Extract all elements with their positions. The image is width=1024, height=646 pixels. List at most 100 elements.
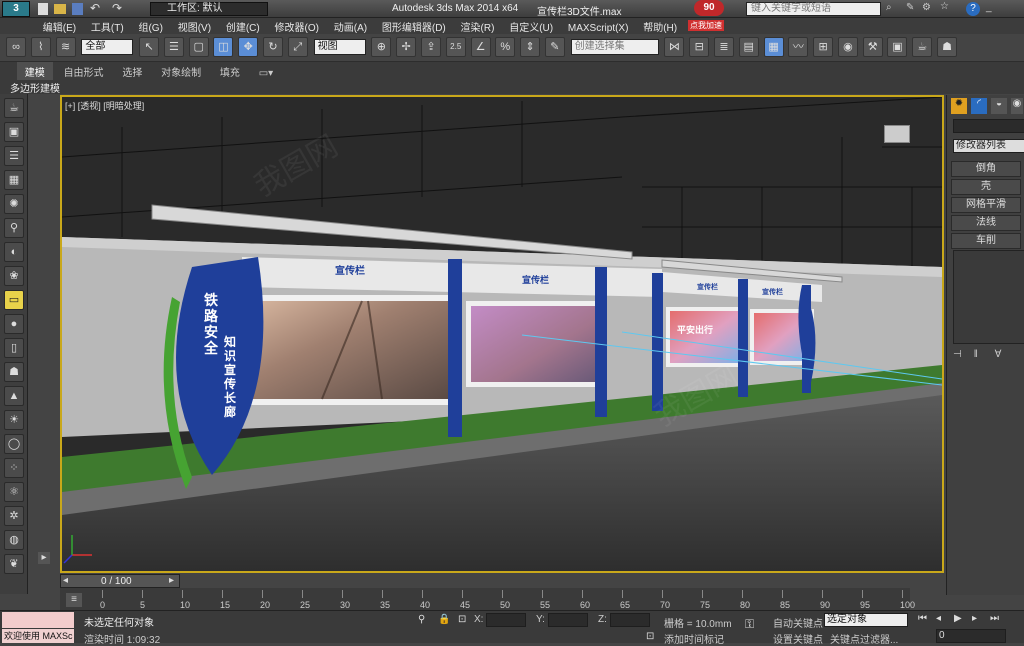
star-icon[interactable]: ☆: [940, 1, 949, 12]
mini-curve-icon[interactable]: ≡: [66, 593, 82, 607]
speed-badge[interactable]: 90: [694, 0, 724, 16]
keyboard-shortcut-icon[interactable]: ⇪: [420, 37, 441, 57]
save-file-icon[interactable]: [72, 3, 83, 15]
globe-icon[interactable]: ◍: [4, 530, 24, 550]
speed-badge-label[interactable]: 点我加速: [688, 20, 724, 31]
track-bar[interactable]: 0 5 10 15 20 25 30 35 40 45 50 55 60 65 70 75 80 85 90 95 10…: [60, 588, 915, 610]
play-icon[interactable]: ▶: [954, 613, 962, 624]
named-selection-dropdown[interactable]: 创建选择集: [570, 39, 659, 55]
menu-animation[interactable]: 动画(A): [328, 18, 373, 35]
time-slider[interactable]: ◂ 0 / 100 ▸: [60, 574, 180, 588]
x-coord-field[interactable]: [486, 613, 526, 627]
meshsmooth-button[interactable]: 网格平滑: [951, 197, 1021, 213]
tab-object-paint[interactable]: 对象绘制: [153, 62, 209, 81]
particles-icon[interactable]: ❀: [4, 266, 24, 286]
teapot-shape-icon[interactable]: ☗: [4, 362, 24, 382]
add-time-tag[interactable]: 添加时间标记: [664, 631, 724, 646]
select-move-icon[interactable]: ✥: [238, 37, 259, 57]
normal-button[interactable]: 法线: [951, 215, 1021, 231]
account-icon[interactable]: ⚙: [922, 2, 931, 13]
menu-help[interactable]: 帮助(H): [637, 18, 683, 35]
plant-icon[interactable]: ❦: [4, 554, 24, 574]
lock-selection-icon[interactable]: 🔒: [438, 614, 450, 625]
render-setup-icon[interactable]: ⚒: [862, 37, 883, 57]
tab-populate[interactable]: 填充: [212, 62, 248, 81]
menu-views[interactable]: 视图(V): [172, 18, 217, 35]
selection-filter-dropdown[interactable]: 全部: [81, 39, 134, 55]
select-scale-icon[interactable]: ⤢: [287, 37, 308, 57]
expand-arrow-icon[interactable]: ▸: [38, 552, 50, 564]
edit-named-selection-icon[interactable]: ✎: [544, 37, 565, 57]
link-icon[interactable]: ∞: [6, 37, 26, 57]
transform-mode-icon[interactable]: ⊡: [458, 614, 466, 625]
helper-icon[interactable]: ◐: [4, 242, 24, 262]
show-end-result-icon[interactable]: ‖: [974, 349, 992, 360]
open-file-icon[interactable]: [54, 4, 66, 14]
snap-toggle-icon[interactable]: 2.5: [445, 37, 466, 57]
menu-modifiers[interactable]: 修改器(O): [269, 18, 325, 35]
welcome-label[interactable]: 欢迎使用 MAXSc: [2, 629, 74, 643]
sphere-icon[interactable]: ●: [4, 314, 24, 334]
menu-group[interactable]: 组(G): [132, 18, 168, 35]
select-object-icon[interactable]: ↖: [139, 37, 160, 57]
cylinder-icon[interactable]: ▯: [4, 338, 24, 358]
tools-icon[interactable]: ✎: [906, 2, 914, 13]
material-editor-icon[interactable]: ◉: [837, 37, 858, 57]
pin-stack-icon[interactable]: ⊣: [953, 349, 971, 360]
curve-editor-icon[interactable]: 〰: [788, 37, 809, 57]
current-frame-field[interactable]: 0: [936, 629, 1006, 643]
selected-dropdown[interactable]: 选定对象: [824, 613, 908, 627]
rect-selection-icon[interactable]: ▢: [188, 37, 209, 57]
help-icon[interactable]: ?: [966, 2, 980, 16]
prev-frame-icon[interactable]: ◂: [63, 575, 68, 586]
app-logo-icon[interactable]: 3: [2, 1, 30, 17]
align-icon[interactable]: ⊟: [689, 37, 710, 57]
percent-snap-icon[interactable]: %: [495, 37, 516, 57]
maxscript-mini-box[interactable]: [2, 612, 74, 628]
rendered-frame-icon[interactable]: ▣: [887, 37, 908, 57]
list-icon[interactable]: ☰: [4, 146, 24, 166]
sun-icon[interactable]: ☀: [4, 410, 24, 430]
next-frame-icon[interactable]: ▸: [169, 575, 174, 586]
pivot-center-icon[interactable]: ⊕: [371, 37, 392, 57]
time-tag-icon[interactable]: ⊡: [646, 631, 654, 642]
search-input[interactable]: 键入关键字或短语: [746, 2, 881, 16]
ribbon-toggle-icon[interactable]: ▤: [738, 37, 759, 57]
molecule-icon[interactable]: ⚛: [4, 482, 24, 502]
shell-button[interactable]: 壳: [951, 179, 1021, 195]
set-key-button[interactable]: 设置关键点: [773, 631, 823, 646]
tab-freeform[interactable]: 自由形式: [56, 62, 112, 81]
teapot-icon[interactable]: ☕: [4, 98, 24, 118]
tab-selection[interactable]: 选择: [114, 62, 150, 81]
modifier-stack[interactable]: [953, 250, 1024, 344]
menu-rendering[interactable]: 渲染(R): [455, 18, 501, 35]
grid-icon[interactable]: ▦: [4, 170, 24, 190]
dots-icon[interactable]: ⁘: [4, 458, 24, 478]
ribbon-options-icon[interactable]: ▭▾: [251, 66, 281, 81]
reference-coord-dropdown[interactable]: 视图: [313, 39, 366, 55]
menu-tools[interactable]: 工具(T): [85, 18, 130, 35]
render-production-icon[interactable]: ☕: [912, 37, 933, 57]
isolate-icon[interactable]: ⚲: [418, 614, 425, 625]
binoculars-icon[interactable]: ⌕: [886, 2, 892, 13]
minimize-button[interactable]: _: [986, 2, 992, 13]
motion-tab-icon[interactable]: ◉: [1011, 98, 1023, 114]
menu-graph-editors[interactable]: 图形编辑器(D): [376, 18, 452, 35]
torus-icon[interactable]: ◯: [4, 434, 24, 454]
prev-key-icon[interactable]: ◂: [936, 613, 941, 624]
schematic-view-icon[interactable]: ⊞: [813, 37, 834, 57]
viewport-label[interactable]: [+] [透视] [明暗处理]: [65, 99, 144, 112]
new-file-icon[interactable]: [38, 3, 48, 15]
menu-customize[interactable]: 自定义(U): [503, 18, 559, 35]
light-bulb-icon[interactable]: ✺: [4, 194, 24, 214]
cone-icon[interactable]: ▲: [4, 386, 24, 406]
scene-explorer-icon[interactable]: ▦: [763, 37, 784, 57]
lathe-button[interactable]: 车削: [951, 233, 1021, 249]
camera-icon[interactable]: ⚲: [4, 218, 24, 238]
menu-create[interactable]: 创建(C): [220, 18, 266, 35]
select-rotate-icon[interactable]: ↻: [263, 37, 284, 57]
go-end-icon[interactable]: ⏭: [990, 613, 999, 624]
box-icon[interactable]: ▣: [4, 122, 24, 142]
undo-icon[interactable]: ↶: [90, 1, 100, 15]
select-manipulate-icon[interactable]: ✢: [396, 37, 417, 57]
